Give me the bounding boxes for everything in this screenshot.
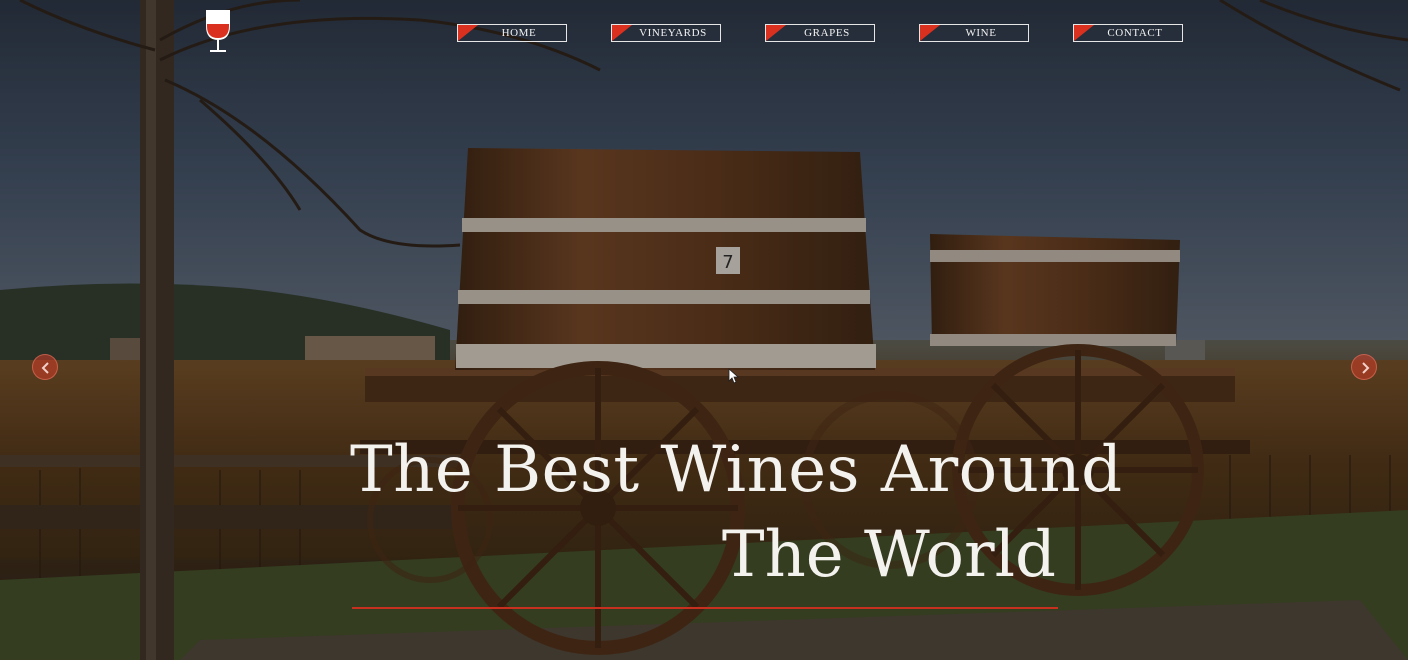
headline-underline bbox=[352, 607, 1058, 609]
nav-item-label: HOME bbox=[501, 27, 537, 39]
hero-headline: The Best Wines Around The World bbox=[350, 428, 1123, 598]
hero-headline-line2: The World bbox=[721, 518, 1056, 592]
nav-item-label: CONTACT bbox=[1107, 27, 1163, 39]
nav-item-wine[interactable]: WINE bbox=[919, 24, 1029, 42]
nav-item-vineyards[interactable]: VINEYARDS bbox=[611, 24, 721, 42]
main-navigation: HOME VINEYARDS GRAPES WINE CONTACT bbox=[0, 24, 1408, 44]
nav-item-home[interactable]: HOME bbox=[457, 24, 567, 42]
nav-item-label: VINEYARDS bbox=[639, 27, 707, 39]
chevron-left-icon bbox=[41, 362, 49, 374]
nav-item-grapes[interactable]: GRAPES bbox=[765, 24, 875, 42]
nav-item-label: GRAPES bbox=[804, 27, 850, 39]
nav-item-label: WINE bbox=[965, 27, 997, 39]
slider-prev-button[interactable] bbox=[32, 354, 58, 380]
nav-item-contact[interactable]: CONTACT bbox=[1073, 24, 1183, 42]
hero-slider: 7 HOME VINEYARDS GRAPES WINE CONTACT The… bbox=[0, 0, 1408, 660]
chevron-right-icon bbox=[1362, 362, 1370, 374]
hero-headline-line1: The Best Wines Around bbox=[350, 433, 1123, 507]
slider-next-button[interactable] bbox=[1351, 354, 1377, 380]
mouse-cursor-icon bbox=[728, 368, 740, 384]
